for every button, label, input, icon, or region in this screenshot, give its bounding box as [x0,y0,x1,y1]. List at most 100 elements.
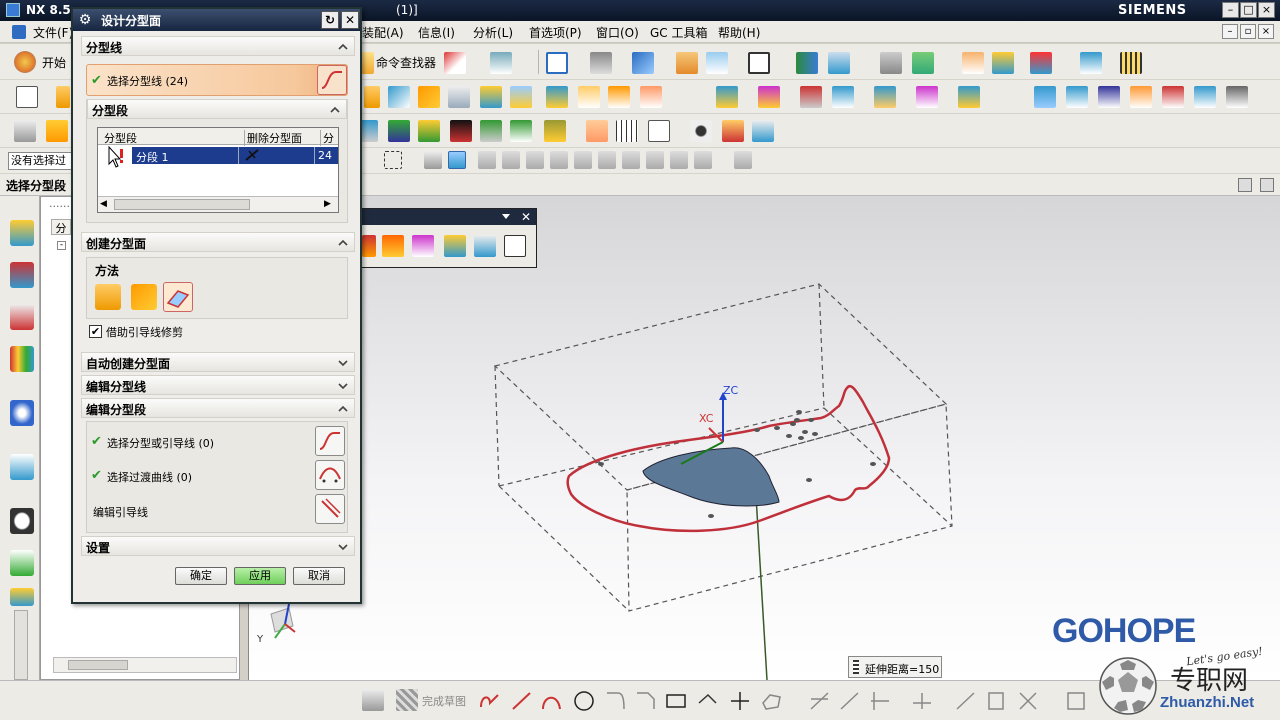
tool-1-icon[interactable] [362,235,376,257]
edit-guide-icon[interactable] [315,494,345,524]
tool-6-icon[interactable] [504,235,526,257]
dimension-icon[interactable] [954,689,978,716]
doc-close-button[interactable]: × [1258,24,1274,39]
rectangle-icon[interactable] [664,689,688,716]
part-navigator-icon[interactable] [10,304,34,330]
roles-icon[interactable] [10,588,34,606]
chevron-up-icon[interactable] [328,103,342,117]
table-icon[interactable] [616,120,638,142]
floating-toolbar-titlebar[interactable]: ✕ [362,209,536,225]
menu-window[interactable]: 窗口(O) [596,24,639,41]
select-face-icon[interactable] [424,151,442,169]
scroll-thumb[interactable] [68,660,128,670]
show-constraints-icon[interactable] [1016,689,1040,716]
snap-1-icon[interactable] [478,151,496,169]
measure-icon[interactable] [1120,52,1142,74]
arc-icon[interactable] [540,689,564,716]
polygon-icon[interactable] [696,689,720,716]
document-icon[interactable] [752,120,774,142]
sketch-icon[interactable] [362,689,384,711]
select-box-icon[interactable] [384,151,402,169]
snap-7-icon[interactable] [622,151,640,169]
chevron-down-icon[interactable] [502,214,510,219]
minimize-button[interactable]: – [1222,2,1239,18]
refresh-icon[interactable] [722,120,744,142]
fit-view-icon[interactable] [546,52,568,74]
navigator-hscrollbar[interactable] [53,657,237,673]
chevron-down-icon[interactable] [336,356,350,370]
constraint-icon[interactable] [984,689,1008,716]
col-delete-surface[interactable]: 删除分型面 [244,130,302,146]
section-parting-line[interactable]: 分型线 [81,36,355,56]
chevron-up-icon[interactable] [336,40,350,54]
snap-6-icon[interactable] [598,151,616,169]
curve-tool-icon[interactable] [444,52,466,74]
scroll-left-icon[interactable]: ◀ [100,199,107,209]
type-filter-dropdown[interactable]: 没有选择过 [8,152,76,170]
snap-10-icon[interactable] [694,151,712,169]
point-icon[interactable] [728,689,752,716]
command-finder-label[interactable]: 命令查找器 [376,54,436,71]
menu-info[interactable]: 信息(I) [418,24,455,41]
sketch-4-icon[interactable] [450,120,472,142]
snap-5-icon[interactable] [574,151,592,169]
snap-8-icon[interactable] [646,151,664,169]
line-icon[interactable] [510,689,534,716]
sew-icon[interactable] [832,86,854,108]
close-dialog-button[interactable]: ✕ [341,11,359,29]
split-body-icon[interactable] [608,86,630,108]
col-count[interactable]: 分 [320,130,334,146]
delete-surface-icon[interactable] [244,148,260,165]
trim-icon[interactable] [808,689,832,716]
menu-assembly[interactable]: 装配(A) [362,24,404,41]
menu-gc-toolbox[interactable]: GC 工具箱 [650,24,708,41]
section-create-surface[interactable]: 创建分型面 [81,232,355,252]
snap-point-icon[interactable] [490,52,512,74]
circle-icon[interactable] [572,689,596,716]
reset-icon[interactable]: ↻ [321,11,339,29]
history-icon[interactable] [10,454,34,480]
finish-sketch-icon[interactable] [396,689,418,711]
menu-preferences[interactable]: 首选项(P) [529,24,582,41]
graphics-maximize-button[interactable] [1260,178,1274,192]
sketch-5-icon[interactable] [480,120,502,142]
section-auto-create[interactable]: 自动创建分型面 [81,352,355,372]
sweep-icon[interactable] [418,86,440,108]
sketch-8-icon[interactable] [586,120,608,142]
convert-reference-icon[interactable] [1064,689,1088,716]
sketch-6-icon[interactable] [510,120,532,142]
reuse-library-icon[interactable] [10,346,34,372]
clock-icon[interactable] [10,508,34,534]
ok-button[interactable]: 确定 [175,567,227,585]
graphics-window[interactable]: ZC XC Y [248,196,1280,681]
surface-2-icon[interactable] [1066,86,1088,108]
web-browser-icon[interactable] [10,400,34,426]
graphics-restore-button[interactable] [1238,178,1252,192]
bounded-plane-method-icon[interactable] [163,282,193,312]
chevron-down-icon[interactable] [336,540,350,554]
doc-minimize-button[interactable]: – [1222,24,1238,39]
render-style-icon[interactable] [590,52,612,74]
pattern-icon[interactable] [958,86,980,108]
maximize-button[interactable]: □ [1240,2,1257,18]
menu-help[interactable]: 帮助(H) [718,24,760,41]
chamfer-icon[interactable] [634,689,658,716]
layout-icon[interactable] [1030,52,1052,74]
segment-table-scrollbar[interactable]: ◀ ▶ [98,196,338,212]
mirror-icon[interactable] [910,689,934,716]
unite-icon[interactable] [716,86,738,108]
assembly-navigator-icon[interactable] [10,220,34,246]
offset-region-icon[interactable] [480,86,502,108]
scroll-thumb[interactable] [114,199,250,210]
surface-6-icon[interactable] [1194,86,1216,108]
layer-icon[interactable] [676,52,698,74]
extrude-icon[interactable] [364,86,380,108]
view-orient-icon[interactable] [632,52,654,74]
workpiece-icon[interactable] [992,52,1014,74]
corner-icon[interactable] [868,689,892,716]
surface-1-icon[interactable] [1034,86,1056,108]
chevron-up-icon[interactable] [336,402,350,416]
part-nav-icon[interactable] [14,120,36,142]
wcs-icon[interactable] [706,52,728,74]
shrinkage-icon[interactable] [962,52,984,74]
